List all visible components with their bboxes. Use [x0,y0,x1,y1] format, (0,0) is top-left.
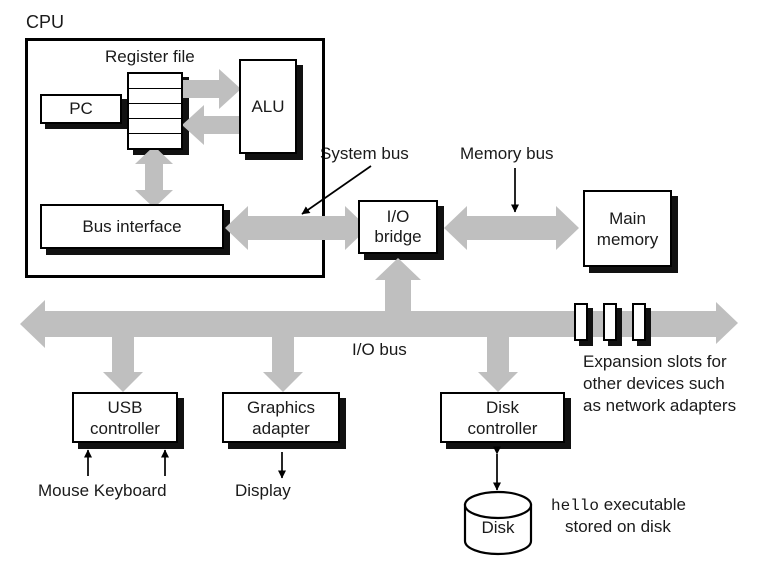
register-row [129,89,181,104]
expansion-slot-3 [632,303,646,341]
hello-executable-caption-line1: hello executable [551,495,686,516]
system-bus-shaft [247,216,345,240]
iobus-to-graphics-head [263,372,303,392]
io-bus-label: I/O bus [352,340,407,359]
expansion-slot-2 [603,303,617,341]
mouse-keyboard-label: Mouse Keyboard [38,481,167,500]
disk-controller-label-line1: Disk [485,397,520,417]
bus-interface-block: Bus interface [40,204,224,249]
hello-mono-text: hello [551,497,600,515]
display-label: Display [235,481,291,500]
memory-bus-shaft [466,216,556,240]
iobus-to-usb-shaft [112,334,134,372]
system-bus-label: System bus [320,144,409,163]
iobus-to-disk-controller-shaft [487,334,509,372]
io-bridge-label-line1: I/O [386,207,410,226]
io-bus-head-left [20,300,45,348]
register-row [129,134,181,148]
regfile-to-alu-arrow-head [219,69,241,109]
io-bridge-label-line2: bridge [374,227,422,246]
usb-controller-label-line1: USB [107,397,143,417]
memory-bus-label: Memory bus [460,144,554,163]
register-row [129,119,181,134]
usb-controller-label-line2: controller [90,418,160,438]
hardware-organization-diagram: CPU Register file PC ALU Bus interface S… [0,0,780,578]
alu-to-regfile-arrow-shaft [204,116,242,134]
expansion-slots-caption-line1: Expansion slots for [583,352,727,371]
register-row [129,74,181,89]
iobus-to-graphics-shaft [272,334,294,372]
iobus-to-disk-controller-head [478,372,518,392]
disk-controller-label-line2: controller [467,418,538,438]
hello-rest-text: executable [599,495,686,514]
usb-controller-block: USB controller [72,392,178,443]
iobus-to-usb-head [103,372,143,392]
expansion-slot-1 [574,303,588,341]
bridge-to-iobus-head-up [375,258,421,280]
io-bridge-block: I/O bridge [358,200,438,254]
main-memory-label-line2: memory [596,229,659,249]
disk-label: Disk [481,518,515,537]
alu-to-regfile-arrow-head [182,105,204,145]
pc-block: PC [40,94,122,124]
main-memory-block: Main memory [583,190,672,267]
memory-bus-head-left [444,206,467,250]
regfile-to-alu-arrow-shaft [183,80,219,98]
register-file [127,72,183,150]
graphics-adapter-label-line1: Graphics [246,397,316,417]
expansion-slots-caption-line2: other devices such [583,374,725,393]
io-bus-head-right [716,302,738,344]
register-row [129,104,181,119]
disk-controller-block: Disk controller [440,392,565,443]
system-bus-head-left [225,206,248,250]
expansion-slots-caption-line3: as network adapters [583,396,737,415]
graphics-adapter-block: Graphics adapter [222,392,340,443]
regfile-bus-interface-arrow-shaft [145,162,163,192]
graphics-adapter-label-line2: adapter [252,418,310,438]
memory-bus-head-right [556,206,579,250]
cpu-label: CPU [26,12,65,32]
hello-executable-caption-line2: stored on disk [565,517,671,536]
main-memory-label-line1: Main [609,208,646,228]
alu-block: ALU [239,59,297,154]
